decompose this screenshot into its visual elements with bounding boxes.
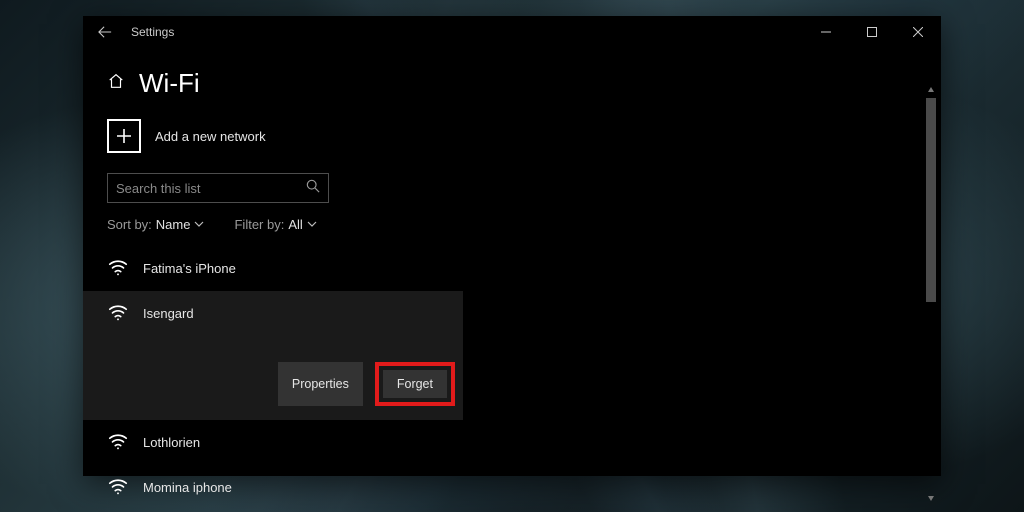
network-name: Momina iphone — [143, 480, 232, 495]
scrollbar-track[interactable] — [923, 98, 939, 490]
network-item[interactable]: Fatima's iPhone — [83, 246, 463, 291]
search-input[interactable] — [116, 181, 306, 196]
annotation-highlight: Forget — [375, 362, 455, 406]
back-button[interactable] — [83, 16, 127, 48]
minimize-button[interactable] — [803, 16, 849, 48]
plus-icon — [107, 119, 141, 153]
scrollbar-thumb[interactable] — [926, 98, 936, 302]
network-name: Isengard — [143, 306, 194, 321]
chevron-down-icon — [194, 217, 204, 232]
sort-by-dropdown[interactable]: Sort by: Name — [107, 217, 204, 232]
filter-value: All — [288, 217, 302, 232]
search-box[interactable] — [107, 173, 329, 203]
wifi-icon — [107, 256, 129, 281]
titlebar: Settings — [83, 16, 941, 48]
window-title: Settings — [131, 25, 174, 39]
home-icon[interactable] — [107, 72, 125, 95]
properties-button[interactable]: Properties — [278, 362, 363, 406]
filter-label: Filter by: — [234, 217, 284, 232]
network-list: Fatima's iPhone Isengard Properties Forg… — [83, 246, 463, 510]
forget-button[interactable]: Forget — [383, 370, 447, 398]
wifi-icon — [107, 430, 129, 455]
scroll-up-arrow-icon[interactable] — [923, 82, 939, 98]
network-item[interactable]: Momina iphone — [83, 465, 463, 510]
content-area: Wi-Fi Add a new network Sort by: Name — [83, 48, 941, 510]
settings-window: Settings Wi-Fi — [83, 16, 941, 476]
network-item-selected[interactable]: Isengard Properties Forget — [83, 291, 463, 420]
wifi-icon — [107, 475, 129, 500]
scrollbar[interactable] — [923, 82, 939, 506]
window-controls — [803, 16, 941, 48]
page-header: Wi-Fi — [107, 68, 917, 99]
network-actions: Properties Forget — [107, 362, 463, 406]
sort-label: Sort by: — [107, 217, 152, 232]
network-item[interactable]: Lothlorien — [83, 420, 463, 465]
filter-by-dropdown[interactable]: Filter by: All — [234, 217, 316, 232]
add-network-label: Add a new network — [155, 129, 266, 144]
main-panel: Wi-Fi Add a new network Sort by: Name — [83, 48, 941, 510]
search-icon — [306, 179, 320, 198]
wifi-icon — [107, 301, 129, 326]
maximize-button[interactable] — [849, 16, 895, 48]
add-network-button[interactable]: Add a new network — [107, 119, 917, 153]
network-name: Lothlorien — [143, 435, 200, 450]
page-title: Wi-Fi — [139, 68, 200, 99]
close-button[interactable] — [895, 16, 941, 48]
chevron-down-icon — [307, 217, 317, 232]
sort-value: Name — [156, 217, 191, 232]
scroll-down-arrow-icon[interactable] — [923, 490, 939, 506]
network-name: Fatima's iPhone — [143, 261, 236, 276]
filter-bar: Sort by: Name Filter by: All — [107, 217, 917, 232]
